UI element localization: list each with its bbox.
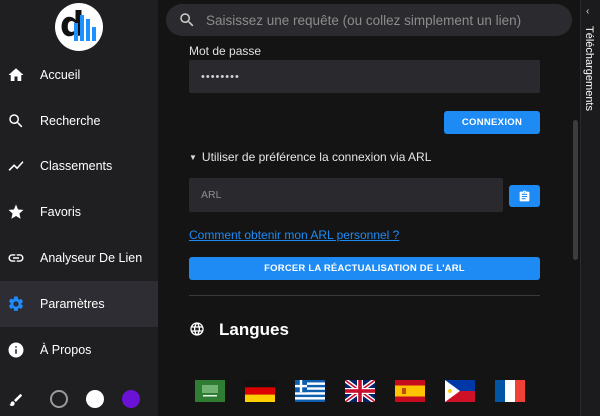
password-field[interactable]: •••••••• [189,60,540,93]
uk-flag-icon[interactable] [345,380,375,402]
search-input[interactable] [206,9,561,31]
app-logo[interactable]: d [55,3,103,51]
globe-icon [189,321,207,339]
german-flag-icon[interactable] [245,380,275,402]
sidebar-item-classements[interactable]: Classements [0,144,158,190]
theme-selector [0,386,158,416]
sidebar-item-accueil[interactable]: Accueil [0,52,158,98]
clipboard-icon [518,190,531,203]
paste-button[interactable] [509,185,540,207]
sidebar-item-label: À Propos [40,342,92,357]
settings-panel: Mot de passe •••••••• CONNEXION ▼ Utilis… [189,40,540,416]
password-label: Mot de passe [189,44,262,58]
dark-theme-swatch[interactable] [50,390,68,408]
refresh-arl-button[interactable]: FORCER LA RÉACTUALISATION DE L'ARL [189,257,540,280]
sidebar-item-label: Paramètres [40,296,105,311]
spanish-flag-icon[interactable] [395,380,425,402]
downloads-rail[interactable]: ‹ Téléchargements [580,0,600,416]
chevron-left-icon[interactable]: ‹ [586,6,589,17]
sidebar-item-label: Analyseur De Lien [40,251,143,266]
main-content: Mot de passe •••••••• CONNEXION ▼ Utilis… [158,0,580,416]
sidebar-item-label: Classements [40,159,113,174]
trending-icon [6,156,26,176]
philippines-flag-icon[interactable] [445,380,475,402]
home-icon [6,65,26,85]
greek-flag-icon[interactable] [295,380,325,402]
sidebar-item-favoris[interactable]: Favoris [0,189,158,235]
downloads-label: Téléchargements [583,26,595,111]
sidebar-item-label: Favoris [40,205,81,220]
triangle-down-icon: ▼ [189,152,197,162]
sidebar-nav: Accueil Recherche Classements Favoris An… [0,52,158,373]
french-flag-icon[interactable] [495,380,525,402]
search-icon [178,11,196,29]
sidebar: d Accueil Recherche Classements Favoris … [0,0,158,416]
search-icon [6,111,26,131]
arl-toggle[interactable]: ▼ Utiliser de préférence la connexion vi… [189,150,431,164]
gear-icon [6,294,26,314]
arl-help-link[interactable]: Comment obtenir mon ARL personnel ? [189,228,399,242]
main-scrollbar[interactable] [573,120,578,260]
purple-theme-swatch[interactable] [122,390,140,408]
star-icon [6,202,26,222]
sidebar-item-label: Accueil [40,67,81,82]
sidebar-item-apropos[interactable]: À Propos [0,327,158,373]
section-divider [189,295,540,296]
login-button[interactable]: CONNEXION [444,111,540,134]
info-icon [6,340,26,360]
languages-title: Langues [219,320,289,339]
sidebar-item-analyseur[interactable]: Analyseur De Lien [0,235,158,281]
languages-header: Langues [189,320,289,340]
sidebar-item-label: Recherche [40,113,101,128]
logo-bars-icon [74,13,96,41]
language-flags [195,380,540,416]
brush-icon [8,392,24,408]
light-theme-swatch[interactable] [86,390,104,408]
search-bar [166,4,572,36]
sidebar-item-parametres[interactable]: Paramètres [0,280,158,327]
arabic-flag-icon[interactable] [195,380,225,402]
arl-input[interactable]: ARL [189,178,503,212]
link-icon [6,248,26,268]
sidebar-item-recherche[interactable]: Recherche [0,98,158,144]
arl-toggle-label: Utiliser de préférence la connexion via … [201,150,432,164]
